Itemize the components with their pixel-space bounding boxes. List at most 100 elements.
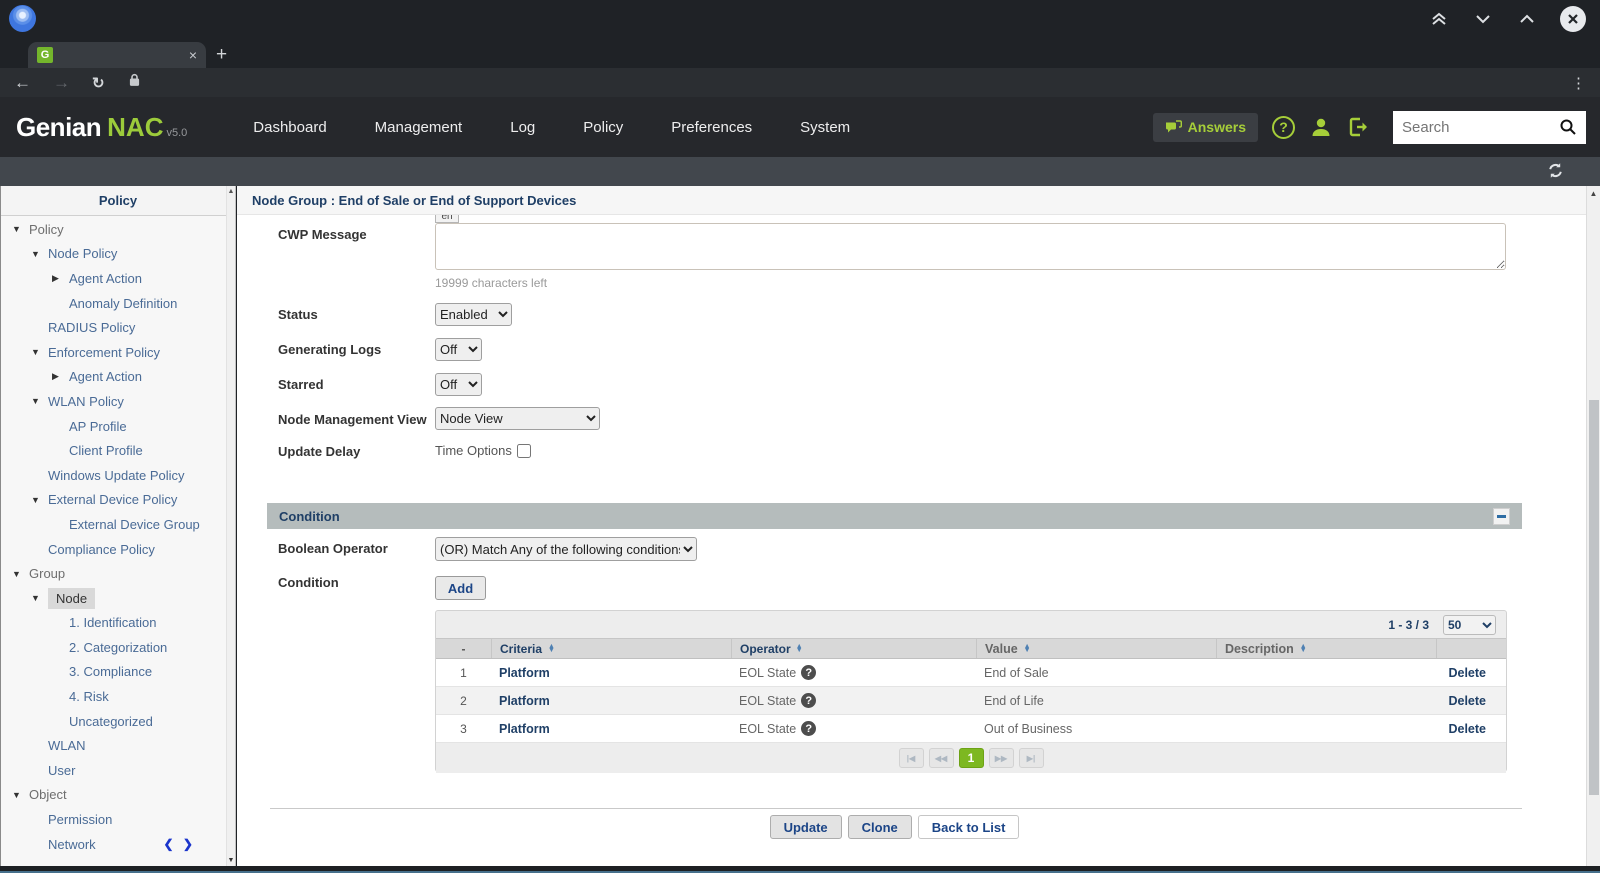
collapse-arrow-icon[interactable]: ▼ xyxy=(31,249,48,259)
sidebar-item-compliance-policy[interactable]: Compliance Policy xyxy=(1,537,226,562)
user-icon[interactable] xyxy=(1309,115,1333,139)
sidebar-item-group[interactable]: ▼Group xyxy=(1,561,226,586)
sidebar-item-node-policy[interactable]: ▼Node Policy xyxy=(1,242,226,267)
node-management-view-select[interactable]: Node View xyxy=(435,407,600,430)
sidebar-item-node[interactable]: ▼Node xyxy=(1,586,226,611)
page-scroll-thumb[interactable] xyxy=(1589,400,1599,795)
criteria-link[interactable]: Platform xyxy=(499,694,550,708)
sidebar-item-agent-action[interactable]: ▶Agent Action xyxy=(1,266,226,291)
criteria-link[interactable]: Platform xyxy=(499,666,550,680)
sidebar-item-permission[interactable]: Permission xyxy=(1,807,226,832)
page-prev-button[interactable]: ◀◀ xyxy=(929,748,954,768)
sort-icon[interactable]: ▲▼ xyxy=(548,645,555,653)
scroll-up-icon[interactable]: ▲ xyxy=(227,188,235,195)
menu-item-policy[interactable]: Policy xyxy=(559,119,647,136)
collapse-section-icon[interactable] xyxy=(1493,508,1510,525)
sidebar-item-windows-update-policy[interactable]: Windows Update Policy xyxy=(1,463,226,488)
column-header-description[interactable]: Description▲▼ xyxy=(1216,639,1436,658)
sidebar-item-2-categorization[interactable]: 2. Categorization xyxy=(1,635,226,660)
sidebar-item-policy[interactable]: ▼Policy xyxy=(1,217,226,242)
expand-arrow-icon[interactable]: ▶ xyxy=(52,273,69,284)
page-last-button[interactable]: ▶| xyxy=(1019,748,1044,768)
shade-window-icon[interactable] xyxy=(1428,8,1450,30)
minimize-window-icon[interactable] xyxy=(1472,8,1494,30)
collapse-arrow-icon[interactable]: ▼ xyxy=(12,569,29,579)
clone-button[interactable]: Clone xyxy=(848,815,912,839)
page-page-button[interactable]: 1 xyxy=(959,748,984,768)
sidebar-item-client-profile[interactable]: Client Profile xyxy=(1,438,226,463)
page-size-select[interactable]: 50 xyxy=(1443,615,1496,635)
sidebar-scrollbar[interactable]: ▲ ▼ xyxy=(226,186,235,866)
add-condition-button[interactable]: Add xyxy=(435,576,486,600)
sidebar-collapse-arrows-icon[interactable]: ❮ ❯ xyxy=(164,837,196,851)
column-header-criteria[interactable]: Criteria▲▼ xyxy=(491,639,731,658)
sidebar-title: Policy xyxy=(1,186,235,216)
collapse-arrow-icon[interactable]: ▼ xyxy=(31,593,48,603)
answers-button[interactable]: Answers xyxy=(1153,113,1258,142)
sidebar-item-3-compliance[interactable]: 3. Compliance xyxy=(1,660,226,685)
tab-close-icon[interactable]: × xyxy=(189,48,197,62)
sidebar-item-1-identification[interactable]: 1. Identification xyxy=(1,611,226,636)
sidebar-item-uncategorized[interactable]: Uncategorized xyxy=(1,709,226,734)
sidebar-item-radius-policy[interactable]: RADIUS Policy xyxy=(1,315,226,340)
help-icon[interactable]: ? xyxy=(1272,116,1295,139)
collapse-arrow-icon[interactable]: ▼ xyxy=(31,396,48,406)
page-next-button[interactable]: ▶▶ xyxy=(989,748,1014,768)
collapse-arrow-icon[interactable]: ▼ xyxy=(31,347,48,357)
starred-select[interactable]: Off xyxy=(435,373,482,396)
delete-link[interactable]: Delete xyxy=(1448,722,1486,736)
sidebar-item-network[interactable]: Network❮ ❯ xyxy=(1,832,226,857)
sidebar-item-external-device-group[interactable]: External Device Group xyxy=(1,512,226,537)
new-tab-button[interactable]: + xyxy=(216,44,227,66)
browser-tab[interactable]: G × xyxy=(28,42,206,68)
close-window-icon[interactable] xyxy=(1560,6,1586,32)
time-options-checkbox[interactable] xyxy=(517,444,531,458)
sidebar-item-anomaly-definition[interactable]: Anomaly Definition xyxy=(1,291,226,316)
sidebar-item-object[interactable]: ▼Object xyxy=(1,783,226,808)
collapse-arrow-icon[interactable]: ▼ xyxy=(12,224,29,234)
sidebar-item-external-device-policy[interactable]: ▼External Device Policy xyxy=(1,488,226,513)
back-icon[interactable]: ← xyxy=(14,74,31,91)
update-button[interactable]: Update xyxy=(770,815,842,839)
logout-icon[interactable] xyxy=(1347,116,1371,138)
maximize-window-icon[interactable] xyxy=(1516,8,1538,30)
sidebar-item-user[interactable]: User xyxy=(1,758,226,783)
browser-menu-icon[interactable]: ⋮ xyxy=(1571,74,1586,92)
boolean-operator-select[interactable]: (OR) Match Any of the following conditio… xyxy=(435,537,697,561)
cwp-message-textarea[interactable] xyxy=(435,223,1506,270)
menu-item-preferences[interactable]: Preferences xyxy=(647,119,776,136)
sidebar-item-4-risk[interactable]: 4. Risk xyxy=(1,684,226,709)
sidebar-item-agent-action[interactable]: ▶Agent Action xyxy=(1,365,226,390)
column-header-value[interactable]: Value▲▼ xyxy=(976,639,1216,658)
refresh-icon[interactable] xyxy=(1547,162,1564,184)
reload-icon[interactable]: ↻ xyxy=(92,74,105,92)
status-select[interactable]: Enabled xyxy=(435,303,512,326)
collapse-arrow-icon[interactable]: ▼ xyxy=(12,790,29,800)
page-scrollbar[interactable]: ▲ xyxy=(1586,186,1600,866)
sidebar-item-wlan-policy[interactable]: ▼WLAN Policy xyxy=(1,389,226,414)
expand-arrow-icon[interactable]: ▶ xyxy=(52,371,69,382)
collapse-arrow-icon[interactable]: ▼ xyxy=(31,495,48,505)
generating-logs-select[interactable]: Off xyxy=(435,338,482,361)
sort-icon[interactable]: ▲▼ xyxy=(1300,645,1307,653)
page-first-button[interactable]: |◀ xyxy=(899,748,924,768)
forward-icon[interactable]: → xyxy=(53,74,70,91)
sidebar-item-ap-profile[interactable]: AP Profile xyxy=(1,414,226,439)
search-input[interactable] xyxy=(1402,119,1559,136)
sidebar-item-wlan[interactable]: WLAN xyxy=(1,733,226,758)
delete-link[interactable]: Delete xyxy=(1448,666,1486,680)
menu-item-dashboard[interactable]: Dashboard xyxy=(229,119,350,136)
menu-item-log[interactable]: Log xyxy=(486,119,559,136)
back-to-list-button[interactable]: Back to List xyxy=(918,815,1020,839)
criteria-link[interactable]: Platform xyxy=(499,722,550,736)
sort-icon[interactable]: ▲▼ xyxy=(1024,645,1031,653)
page-scroll-up-icon[interactable]: ▲ xyxy=(1587,189,1600,198)
menu-item-system[interactable]: System xyxy=(776,119,874,136)
column-header-operator[interactable]: Operator▲▼ xyxy=(731,639,976,658)
sort-icon[interactable]: ▲▼ xyxy=(796,645,803,653)
scroll-down-icon[interactable]: ▼ xyxy=(227,857,235,864)
menu-item-management[interactable]: Management xyxy=(351,119,487,136)
sidebar-item-enforcement-policy[interactable]: ▼Enforcement Policy xyxy=(1,340,226,365)
lock-icon[interactable] xyxy=(129,73,140,92)
delete-link[interactable]: Delete xyxy=(1448,694,1486,708)
